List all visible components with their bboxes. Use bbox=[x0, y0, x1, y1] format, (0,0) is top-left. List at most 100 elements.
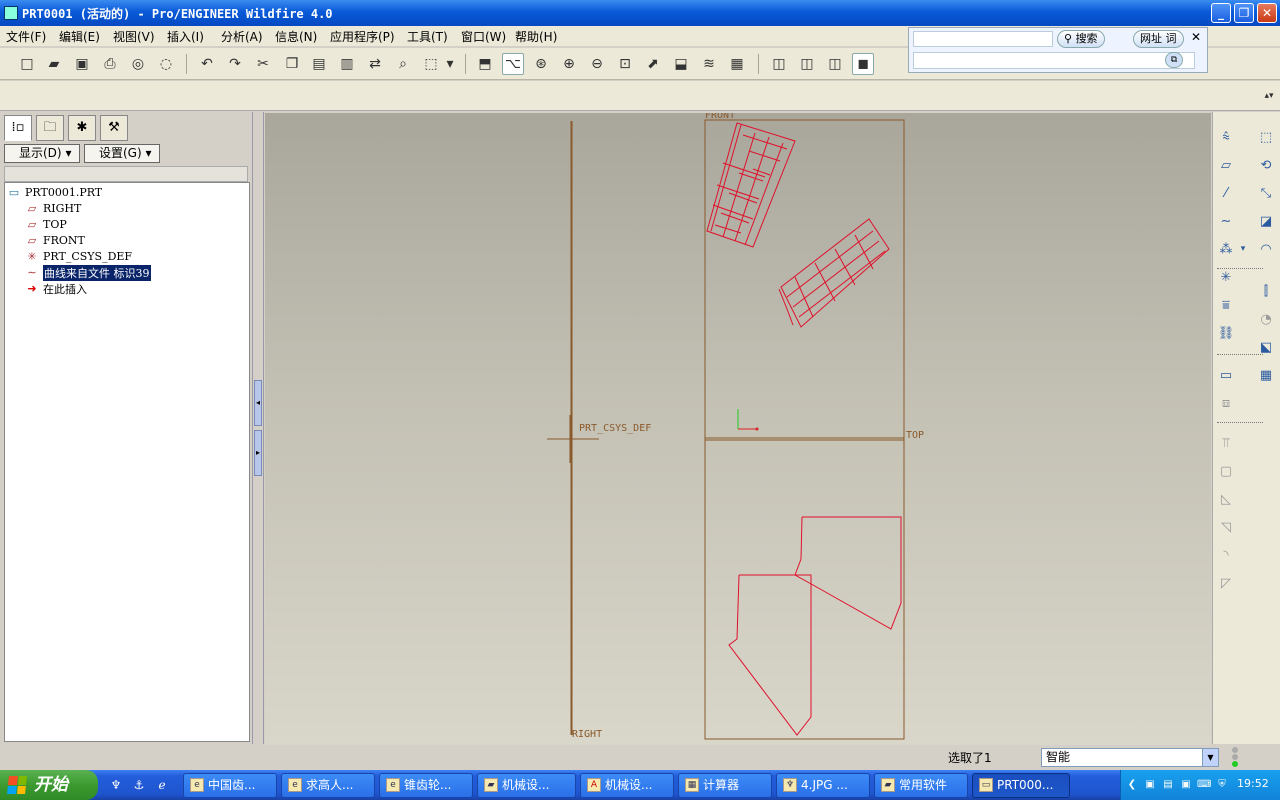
restore-button[interactable]: ❐ bbox=[1234, 3, 1254, 23]
chamfer-icon[interactable]: ◸ bbox=[1215, 572, 1237, 594]
display-icon[interactable]: ▤ bbox=[1161, 778, 1175, 792]
view-manager-icon[interactable]: ▦ bbox=[726, 53, 748, 75]
url-button[interactable]: 网址 词 bbox=[1133, 30, 1184, 48]
panel-splitter[interactable]: ◂ ▸ bbox=[252, 112, 264, 744]
tree-item-curve[interactable]: ∼ 曲线来自文件 标识39 bbox=[25, 264, 151, 281]
saved-views-icon[interactable]: ⬓ bbox=[670, 53, 692, 75]
print-icon[interactable]: ⎙ bbox=[99, 53, 121, 75]
extrude-icon[interactable]: ⬚ bbox=[1255, 126, 1277, 148]
tab-folder-browser[interactable]: 🗀 bbox=[36, 115, 64, 141]
task-item[interactable]: ▰ 机械设... bbox=[477, 773, 576, 798]
zoom-in-icon[interactable]: ⊕ bbox=[558, 53, 580, 75]
datum-axis-icon[interactable]: ⁄ bbox=[1215, 182, 1237, 204]
quicklaunch-ie-icon[interactable]: ℯ bbox=[154, 777, 170, 793]
wireframe-icon[interactable]: ◫ bbox=[768, 53, 790, 75]
search-button[interactable]: ⚲ 搜索 bbox=[1057, 30, 1105, 48]
sketch-tool-icon[interactable]: ⩯ bbox=[1215, 126, 1237, 148]
hidden-line-icon[interactable]: ◫ bbox=[796, 53, 818, 75]
close-button[interactable]: ✕ bbox=[1257, 3, 1277, 23]
menu-applications[interactable]: 应用程序(P) bbox=[330, 28, 395, 45]
imported-curves[interactable] bbox=[706, 122, 902, 736]
task-item[interactable]: ▦ 计算器 bbox=[678, 773, 772, 798]
orient-icon[interactable]: ⊛ bbox=[530, 53, 552, 75]
menu-info[interactable]: 信息(N) bbox=[275, 28, 317, 45]
tab-connections[interactable]: ⚒ bbox=[100, 115, 128, 141]
analysis-feature-icon[interactable]: ⩸ bbox=[1215, 294, 1237, 316]
scroll-arrows-icon[interactable]: ▴▾ bbox=[1262, 83, 1276, 109]
preview-icon[interactable]: ◎ bbox=[127, 53, 149, 75]
draft-icon[interactable]: ◹ bbox=[1215, 516, 1237, 538]
group-icon[interactable]: ⧈ bbox=[1215, 392, 1237, 414]
round-icon[interactable]: ◝ bbox=[1215, 544, 1237, 566]
rib-icon[interactable]: ◺ bbox=[1215, 488, 1237, 510]
address-input[interactable] bbox=[913, 52, 1195, 69]
tab-model-tree[interactable]: ⁞▫ bbox=[4, 115, 32, 141]
refit-icon[interactable]: ⊡ bbox=[614, 53, 636, 75]
menu-insert[interactable]: 插入(I) bbox=[167, 28, 204, 45]
merge-icon[interactable]: ◔ bbox=[1255, 308, 1277, 330]
csys-tool-icon[interactable]: ✳ bbox=[1215, 266, 1237, 288]
boundary-blend-icon[interactable]: ◠ bbox=[1255, 238, 1277, 260]
email-icon[interactable]: ◌ bbox=[155, 53, 177, 75]
find-icon[interactable]: ⌕ bbox=[392, 53, 414, 75]
shield-icon[interactable]: ⛨ bbox=[1215, 778, 1229, 792]
ime-icon[interactable]: ⌨ bbox=[1197, 778, 1211, 792]
task-item[interactable]: ♆ 4.JPG ... bbox=[776, 773, 870, 798]
shell-icon[interactable]: ▢ bbox=[1215, 460, 1237, 482]
tree-item-part[interactable]: ▭ PRT0001.PRT bbox=[7, 185, 102, 200]
tree-item-csys[interactable]: ✳ PRT_CSYS_DEF bbox=[25, 249, 132, 264]
menu-help[interactable]: 帮助(H) bbox=[515, 28, 557, 45]
pattern-icon[interactable]: ▦ bbox=[1255, 364, 1277, 386]
minimize-button[interactable]: _ bbox=[1211, 3, 1231, 23]
network-icon[interactable]: ▣ bbox=[1179, 778, 1193, 792]
cut-icon[interactable]: ✂ bbox=[252, 53, 274, 75]
search-input[interactable] bbox=[913, 31, 1053, 47]
start-button[interactable]: 开始 bbox=[0, 770, 98, 800]
no-hidden-icon[interactable]: ◫ bbox=[824, 53, 846, 75]
copy-icon[interactable]: ❐ bbox=[281, 53, 303, 75]
redo-icon[interactable]: ↷ bbox=[224, 53, 246, 75]
select-box-icon[interactable]: ⬚ bbox=[420, 53, 442, 75]
hole-icon[interactable]: ⫪ bbox=[1215, 432, 1237, 454]
selection-filter-select[interactable]: 智能 ▼ bbox=[1041, 748, 1219, 767]
tree-item-top[interactable]: ▱ TOP bbox=[25, 217, 67, 232]
tree-item-right[interactable]: ▱ RIGHT bbox=[25, 201, 82, 216]
menu-edit[interactable]: 编辑(E) bbox=[59, 28, 100, 45]
menu-tools[interactable]: 工具(T) bbox=[407, 28, 448, 45]
layers-icon[interactable]: ≋ bbox=[698, 53, 720, 75]
save-icon[interactable]: ▣ bbox=[71, 53, 93, 75]
spin-center-icon[interactable]: ⌥ bbox=[502, 53, 524, 75]
blend-icon[interactable]: ◪ bbox=[1255, 210, 1277, 232]
menu-analysis[interactable]: 分析(A) bbox=[221, 28, 263, 45]
task-item[interactable]: e 求高人... bbox=[281, 773, 375, 798]
datum-curve-icon[interactable]: ∼ bbox=[1215, 210, 1237, 232]
open-icon[interactable]: ▰ bbox=[43, 53, 65, 75]
tree-item-insert-here[interactable]: ➜ 在此插入 bbox=[25, 281, 87, 296]
repaint-icon[interactable]: ⬒ bbox=[474, 53, 496, 75]
chevron-down-icon[interactable]: ▾ bbox=[1237, 238, 1249, 260]
quicklaunch-anchor-icon[interactable]: ⚓ bbox=[131, 777, 147, 793]
tab-favorites[interactable]: ✱ bbox=[68, 115, 96, 141]
task-item[interactable]: e 中国齿... bbox=[183, 773, 277, 798]
expand-right-icon[interactable]: ▸ bbox=[254, 430, 262, 476]
new-icon[interactable]: □ bbox=[16, 53, 38, 75]
paste-icon[interactable]: ▤ bbox=[308, 53, 330, 75]
display-button[interactable]: 显示(D) ▾ bbox=[4, 144, 80, 163]
copy-icon[interactable]: ⧉ bbox=[1165, 52, 1183, 68]
network-icon[interactable]: ▣ bbox=[1143, 778, 1157, 792]
menu-view[interactable]: 视图(V) bbox=[113, 28, 155, 45]
chevron-down-icon[interactable]: ▾ bbox=[444, 53, 456, 75]
datum-point-icon[interactable]: ⁂ bbox=[1215, 238, 1237, 260]
quicklaunch-proe-icon[interactable]: ♆ bbox=[108, 777, 124, 793]
feature-info-icon[interactable]: ▭ bbox=[1215, 364, 1237, 386]
revolve-icon[interactable]: ⟲ bbox=[1255, 154, 1277, 176]
undo-icon[interactable]: ↶ bbox=[196, 53, 218, 75]
link-icon[interactable]: ⛓ bbox=[1215, 322, 1237, 344]
collapse-left-icon[interactable]: ◂ bbox=[254, 380, 262, 426]
tree-item-front[interactable]: ▱ FRONT bbox=[25, 233, 85, 248]
task-item-active[interactable]: ▭ PRT000... bbox=[972, 773, 1070, 798]
task-item[interactable]: ▰ 常用软件 bbox=[874, 773, 968, 798]
tray-expand-icon[interactable]: ❮ bbox=[1125, 778, 1139, 792]
task-item[interactable]: e 锥齿轮... bbox=[379, 773, 473, 798]
close-icon[interactable]: ✕ bbox=[1191, 30, 1201, 44]
